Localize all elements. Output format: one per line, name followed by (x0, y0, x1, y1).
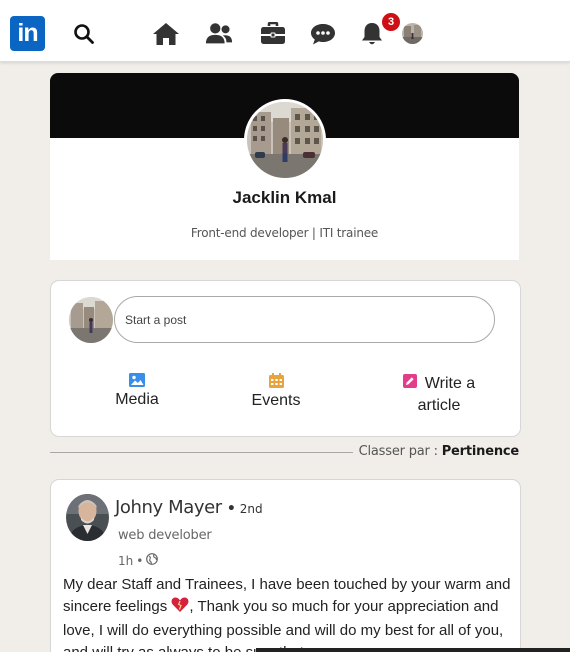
feed-post: Johny Mayer • 2nd web develober 1h • My d… (50, 479, 521, 652)
author-line: Johny Mayer • 2nd (115, 497, 263, 518)
profile-photo[interactable] (244, 99, 326, 181)
author-avatar[interactable] (66, 494, 109, 541)
pencil-icon (402, 373, 417, 395)
sort-dropdown[interactable]: Classer par : Pertinence (358, 444, 520, 459)
post-text: My dear Staff and Trainees, I have been … (63, 576, 511, 652)
write-article-label-line2: article (417, 397, 461, 414)
share-avatar (69, 297, 113, 343)
image-icon (109, 373, 165, 387)
people-icon[interactable] (205, 20, 233, 48)
events-label: Events (251, 392, 301, 409)
write-article-button[interactable]: Write a article (389, 373, 489, 417)
search-icon[interactable] (70, 20, 98, 48)
media-label: Media (115, 391, 159, 408)
share-box: Media Events Write a article (50, 280, 521, 437)
events-button[interactable]: Events (245, 373, 307, 412)
linkedin-logo[interactable]: in (10, 16, 45, 51)
sort-value: Pertinence (441, 444, 519, 459)
start-post-input[interactable] (114, 296, 495, 343)
connection-degree: • 2nd (226, 501, 263, 517)
profile-headline: Front-end developer | ITI trainee (190, 226, 379, 240)
chat-icon[interactable] (309, 20, 337, 48)
sort-label: Classer par : (358, 444, 438, 459)
calendar-icon (245, 373, 307, 388)
profile-card: Jacklin Kmal Front-end developer | ITI t… (50, 73, 519, 260)
briefcase-icon[interactable] (259, 20, 287, 48)
bottom-edge (256, 648, 570, 652)
me-avatar[interactable] (402, 23, 423, 44)
heart-emoji-icon (171, 596, 189, 620)
post-timestamp: 1h • (118, 553, 159, 568)
globe-icon (146, 553, 159, 568)
profile-name[interactable]: Jacklin Kmal (50, 188, 519, 208)
author-headline: web develober (118, 528, 212, 543)
media-button[interactable]: Media (109, 373, 165, 411)
notification-badge: 3 (382, 13, 400, 31)
top-navbar: in 3 (0, 0, 570, 62)
author-name[interactable]: Johny Mayer (115, 497, 222, 518)
write-article-label-line1: Write a (424, 375, 476, 392)
post-time-text: 1h (118, 553, 134, 568)
home-icon[interactable] (152, 20, 180, 48)
sort-divider (50, 452, 353, 453)
